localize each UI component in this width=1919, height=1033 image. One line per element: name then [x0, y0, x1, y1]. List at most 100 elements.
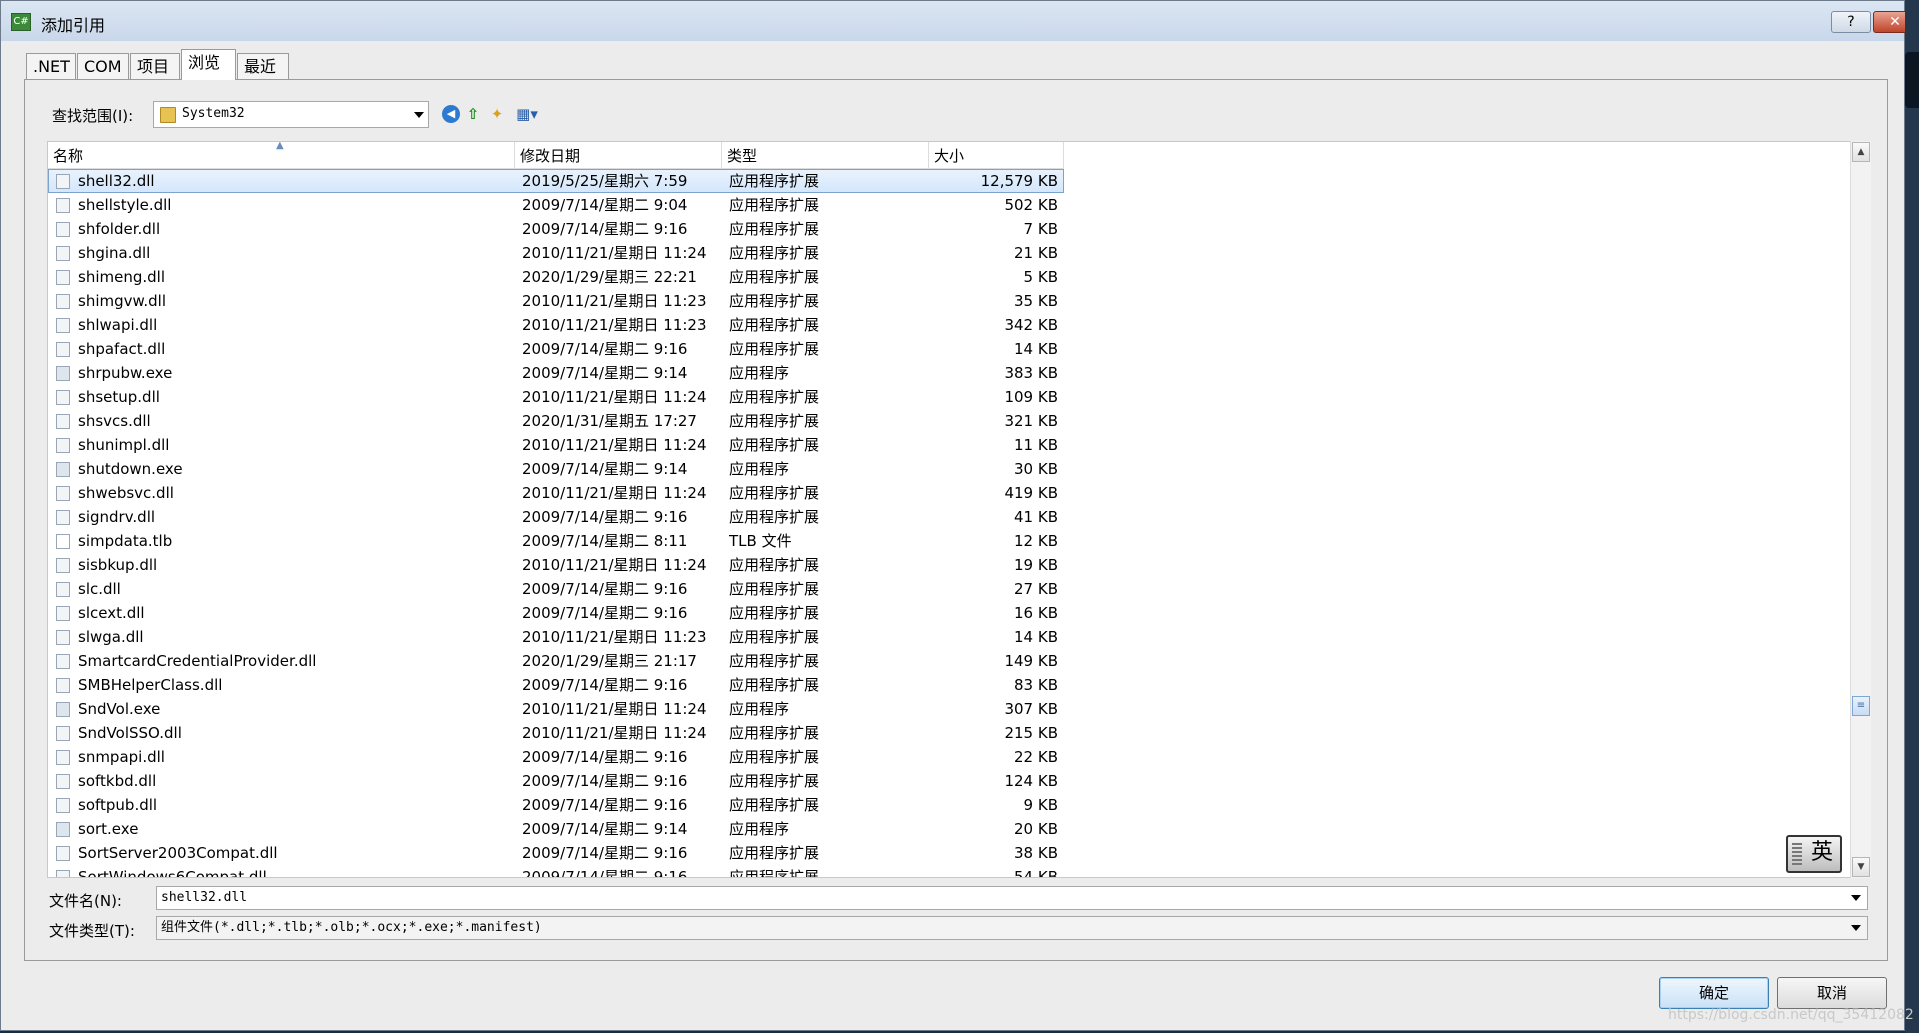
- table-row[interactable]: shutdown.exe 2009/7/14/星期二 9:14 应用程序 30 KB: [48, 457, 1064, 481]
- table-row[interactable]: snmpapi.dll 2009/7/14/星期二 9:16 应用程序扩展 22 KB: [48, 745, 1064, 769]
- scroll-down-button[interactable]: ▼: [1852, 857, 1870, 877]
- table-row[interactable]: SmartcardCredentialProvider.dll 2020/1/29…: [48, 649, 1064, 673]
- table-row[interactable]: SMBHelperClass.dll 2009/7/14/星期二 9:16 应用程序…: [48, 673, 1064, 697]
- dropdown-icon[interactable]: [1851, 895, 1861, 901]
- file-name-cell: shwebsvc.dll: [78, 484, 174, 502]
- table-row[interactable]: shgina.dll 2010/11/21/星期日 11:24 应用程序扩展 21 K…: [48, 241, 1064, 265]
- file-list[interactable]: 名称 ▲ 修改日期 类型 大小 shell32.dll 2019/5/25/星期六…: [47, 141, 1852, 878]
- file-type-cell: 应用程序: [729, 820, 790, 838]
- back-icon[interactable]: ◀: [442, 105, 460, 123]
- file-type-cell: 应用程序: [729, 364, 790, 382]
- filetype-select[interactable]: 组件文件(*.dll;*.tlb;*.olb;*.ocx;*.exe;*.man…: [156, 916, 1868, 940]
- file-name-cell: shrpubw.exe: [78, 364, 173, 382]
- file-type-cell: 应用程序扩展: [729, 844, 820, 862]
- table-row[interactable]: shimgvw.dll 2010/11/21/星期日 11:23 应用程序扩展 35 …: [48, 289, 1064, 313]
- table-row[interactable]: shellstyle.dll 2009/7/14/星期二 9:04 应用程序扩展 50…: [48, 193, 1064, 217]
- file-type-cell: 应用程序扩展: [729, 484, 820, 502]
- application-icon: [56, 822, 70, 837]
- application-icon: [56, 366, 70, 381]
- column-header-date[interactable]: 修改日期: [515, 142, 722, 168]
- file-type-cell: 应用程序扩展: [729, 772, 820, 790]
- file-size-cell: 41 KB: [1014, 508, 1058, 526]
- tab-com[interactable]: COM: [77, 53, 129, 79]
- file-name-cell: sisbkup.dll: [78, 556, 158, 574]
- file-icon: [56, 846, 70, 861]
- watermark: https://blog.csdn.net/qq_35412082: [1668, 1007, 1914, 1023]
- table-row[interactable]: sisbkup.dll 2010/11/21/星期日 11:24 应用程序扩展 19 …: [48, 553, 1064, 577]
- file-icon: [56, 342, 70, 357]
- tab-recent[interactable]: 最近: [237, 53, 289, 79]
- table-row[interactable]: shfolder.dll 2009/7/14/星期二 9:16 应用程序扩展 7 KB: [48, 217, 1064, 241]
- file-size-cell: 14 KB: [1014, 628, 1058, 646]
- file-name-cell: shimgvw.dll: [78, 292, 167, 310]
- table-row[interactable]: SortServer2003Compat.dll 2009/7/14/星期二 9:…: [48, 841, 1064, 865]
- file-icon: [56, 414, 70, 429]
- table-row[interactable]: SndVolSSO.dll 2010/11/21/星期日 11:24 应用程序扩展 2…: [48, 721, 1064, 745]
- file-date-cell: 2010/11/21/星期日 11:24: [522, 700, 707, 718]
- ok-button[interactable]: 确定: [1659, 977, 1769, 1009]
- table-row[interactable]: shlwapi.dll 2010/11/21/星期日 11:23 应用程序扩展 342…: [48, 313, 1064, 337]
- table-row[interactable]: shimeng.dll 2020/1/29/星期三 22:21 应用程序扩展 5 KB: [48, 265, 1064, 289]
- table-row[interactable]: signdrv.dll 2009/7/14/星期二 9:16 应用程序扩展 41 KB: [48, 505, 1064, 529]
- file-name-cell: sort.exe: [78, 820, 139, 838]
- table-row[interactable]: shwebsvc.dll 2010/11/21/星期日 11:24 应用程序扩展 41…: [48, 481, 1064, 505]
- tab-project[interactable]: 项目: [130, 53, 180, 79]
- file-type-cell: 应用程序扩展: [729, 652, 820, 670]
- table-row[interactable]: slwga.dll 2010/11/21/星期日 11:23 应用程序扩展 14 KB: [48, 625, 1064, 649]
- dropdown-icon[interactable]: [414, 112, 424, 118]
- table-row[interactable]: sort.exe 2009/7/14/星期二 9:14 应用程序 20 KB: [48, 817, 1064, 841]
- table-row[interactable]: shsvcs.dll 2020/1/31/星期五 17:27 应用程序扩展 321 K…: [48, 409, 1064, 433]
- table-row[interactable]: SndVol.exe 2010/11/21/星期日 11:24 应用程序 307 KB: [48, 697, 1064, 721]
- table-row[interactable]: SortWindows6Compat.dll 2009/7/14/星期二 9:16…: [48, 865, 1064, 877]
- vertical-scrollbar[interactable]: ▲ ≡ ▼: [1850, 141, 1871, 878]
- table-row[interactable]: slc.dll 2009/7/14/星期二 9:16 应用程序扩展 27 KB: [48, 577, 1064, 601]
- file-size-cell: 14 KB: [1014, 340, 1058, 358]
- file-icon: [56, 798, 70, 813]
- table-row[interactable]: shunimpl.dll 2010/11/21/星期日 11:24 应用程序扩展 11…: [48, 433, 1064, 457]
- file-icon: [56, 198, 70, 213]
- view-menu-icon[interactable]: ▦▾: [513, 105, 541, 123]
- file-date-cell: 2010/11/21/星期日 11:23: [522, 292, 707, 310]
- file-icon: [56, 294, 70, 309]
- filename-input[interactable]: shell32.dll: [156, 886, 1868, 910]
- file-date-cell: 2020/1/31/星期五 17:27: [522, 412, 697, 430]
- file-size-cell: 19 KB: [1014, 556, 1058, 574]
- file-type-cell: 应用程序扩展: [729, 412, 820, 430]
- application-icon: [56, 462, 70, 477]
- ime-indicator[interactable]: 英: [1786, 835, 1842, 873]
- table-row[interactable]: shsetup.dll 2010/11/21/星期日 11:24 应用程序扩展 109…: [48, 385, 1064, 409]
- file-type-cell: 应用程序: [729, 700, 790, 718]
- up-folder-icon[interactable]: ⇧: [464, 105, 482, 123]
- file-size-cell: 11 KB: [1014, 436, 1058, 454]
- look-in-combobox[interactable]: System32: [153, 101, 429, 128]
- file-name-cell: shellstyle.dll: [78, 196, 172, 214]
- table-row[interactable]: slcext.dll 2009/7/14/星期二 9:16 应用程序扩展 16 KB: [48, 601, 1064, 625]
- file-type-cell: TLB 文件: [729, 532, 792, 550]
- file-size-cell: 215 KB: [1004, 724, 1058, 742]
- file-size-cell: 307 KB: [1004, 700, 1058, 718]
- file-type-cell: 应用程序扩展: [729, 340, 820, 358]
- file-date-cell: 2009/7/14/星期二 9:14: [522, 364, 688, 382]
- file-type-cell: 应用程序: [729, 460, 790, 478]
- file-date-cell: 2019/5/25/星期六 7:59: [522, 172, 688, 190]
- column-header-type[interactable]: 类型: [722, 142, 929, 168]
- new-folder-icon[interactable]: ✦: [488, 105, 506, 123]
- table-row[interactable]: shpafact.dll 2009/7/14/星期二 9:16 应用程序扩展 14 K…: [48, 337, 1064, 361]
- help-button[interactable]: ?: [1831, 11, 1871, 33]
- file-icon: [56, 870, 70, 877]
- file-type-cell: 应用程序扩展: [729, 556, 820, 574]
- scroll-thumb[interactable]: ≡: [1852, 696, 1870, 716]
- dropdown-icon[interactable]: [1851, 925, 1861, 931]
- tab-browse[interactable]: 浏览: [181, 49, 236, 80]
- table-row[interactable]: softpub.dll 2009/7/14/星期二 9:16 应用程序扩展 9 KB: [48, 793, 1064, 817]
- table-row[interactable]: shell32.dll 2019/5/25/星期六 7:59 应用程序扩展 12,57…: [48, 169, 1064, 193]
- file-date-cell: 2020/1/29/星期三 22:21: [522, 268, 697, 286]
- table-row[interactable]: shrpubw.exe 2009/7/14/星期二 9:14 应用程序 383 KB: [48, 361, 1064, 385]
- table-row[interactable]: simpdata.tlb 2009/7/14/星期二 8:11 TLB 文件 12 K…: [48, 529, 1064, 553]
- cancel-button[interactable]: 取消: [1777, 977, 1887, 1009]
- table-row[interactable]: softkbd.dll 2009/7/14/星期二 9:16 应用程序扩展 124 K…: [48, 769, 1064, 793]
- tab-net[interactable]: .NET: [26, 53, 76, 79]
- column-header-size[interactable]: 大小: [929, 142, 1064, 168]
- file-type-cell: 应用程序扩展: [729, 604, 820, 622]
- scroll-up-button[interactable]: ▲: [1852, 142, 1870, 162]
